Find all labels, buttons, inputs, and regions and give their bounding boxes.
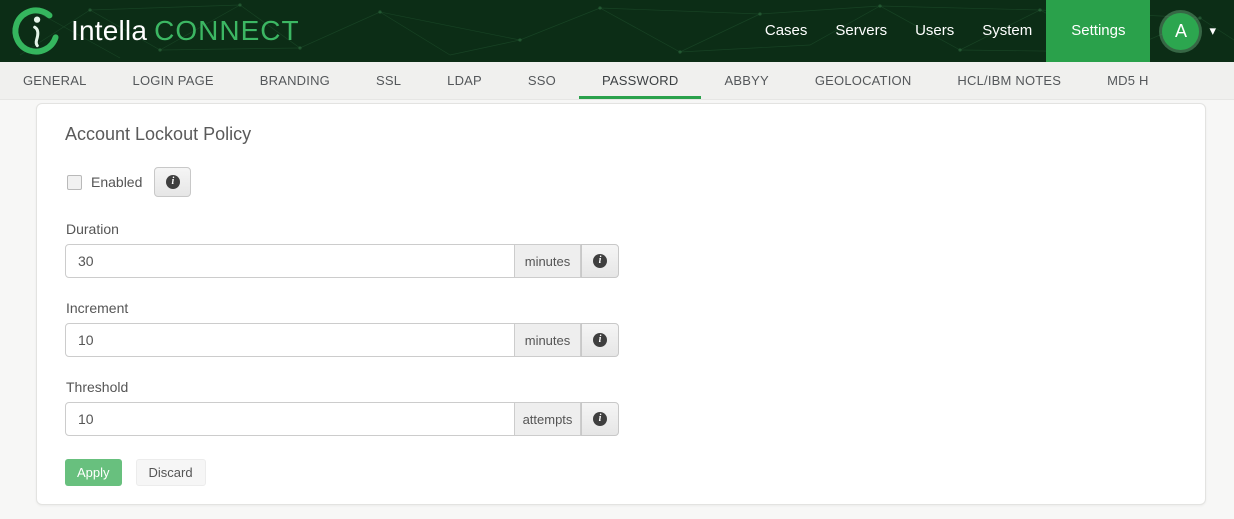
threshold-label: Threshold: [66, 379, 1177, 395]
tab-abbyy[interactable]: ABBYY: [701, 62, 791, 99]
nav-item-system[interactable]: System: [968, 0, 1046, 62]
threshold-field: Threshold attempts i: [65, 379, 1177, 436]
brand-word-intella: Intella: [71, 15, 147, 47]
increment-input-group: minutes i: [65, 323, 619, 357]
increment-field: Increment minutes i: [65, 300, 1177, 357]
app-header: Intella CONNECT Cases Servers Users Syst…: [0, 0, 1234, 62]
discard-button[interactable]: Discard: [136, 459, 206, 486]
tab-login-page[interactable]: LOGIN PAGE: [110, 62, 237, 99]
nav-item-cases[interactable]: Cases: [751, 0, 822, 62]
tab-hcl-ibm-notes[interactable]: HCL/IBM NOTES: [934, 62, 1084, 99]
info-icon: i: [593, 254, 607, 268]
chevron-down-icon[interactable]: ▾: [1209, 0, 1216, 62]
enabled-info-button[interactable]: i: [154, 167, 191, 197]
settings-tab-bar: GENERAL LOGIN PAGE BRANDING SSL LDAP SSO…: [0, 62, 1234, 100]
brand-word-connect: CONNECT: [154, 15, 299, 47]
threshold-input[interactable]: [65, 402, 515, 436]
info-icon: i: [593, 333, 607, 347]
avatar[interactable]: A: [1162, 13, 1199, 50]
duration-unit-addon: minutes: [515, 244, 581, 278]
increment-input[interactable]: [65, 323, 515, 357]
enabled-row: Enabled i: [67, 167, 1177, 197]
info-icon: i: [166, 175, 180, 189]
enabled-label[interactable]: Enabled: [91, 174, 142, 190]
apply-button[interactable]: Apply: [65, 459, 122, 486]
user-menu: A ▾: [1150, 0, 1234, 62]
duration-input[interactable]: [65, 244, 515, 278]
enabled-checkbox[interactable]: [67, 175, 82, 190]
brand: Intella CONNECT: [0, 0, 300, 62]
increment-info-button[interactable]: i: [581, 323, 619, 357]
duration-info-button[interactable]: i: [581, 244, 619, 278]
intella-logo-icon: [10, 5, 62, 57]
threshold-info-button[interactable]: i: [581, 402, 619, 436]
duration-field: Duration minutes i: [65, 221, 1177, 278]
info-icon: i: [593, 412, 607, 426]
increment-unit-addon: minutes: [515, 323, 581, 357]
increment-label: Increment: [66, 300, 1177, 316]
tab-general[interactable]: GENERAL: [0, 62, 110, 99]
tab-geolocation[interactable]: GEOLOCATION: [792, 62, 935, 99]
tab-md5-hash[interactable]: MD5 H: [1084, 62, 1171, 99]
form-actions: Apply Discard: [65, 459, 1177, 486]
nav-item-servers[interactable]: Servers: [821, 0, 901, 62]
tab-branding[interactable]: BRANDING: [237, 62, 353, 99]
duration-input-group: minutes i: [65, 244, 619, 278]
tab-password[interactable]: PASSWORD: [579, 62, 701, 99]
threshold-unit-addon: attempts: [515, 402, 581, 436]
tab-sso[interactable]: SSO: [505, 62, 579, 99]
main-nav: Cases Servers Users System Settings A ▾: [751, 0, 1234, 62]
account-lockout-policy-card: Account Lockout Policy Enabled i Duratio…: [36, 103, 1206, 505]
tab-ldap[interactable]: LDAP: [424, 62, 505, 99]
content-area: Account Lockout Policy Enabled i Duratio…: [0, 100, 1234, 519]
threshold-input-group: attempts i: [65, 402, 619, 436]
nav-item-settings[interactable]: Settings: [1046, 0, 1150, 62]
nav-item-users[interactable]: Users: [901, 0, 968, 62]
page-title: Account Lockout Policy: [65, 124, 1177, 145]
tab-ssl[interactable]: SSL: [353, 62, 424, 99]
duration-label: Duration: [66, 221, 1177, 237]
